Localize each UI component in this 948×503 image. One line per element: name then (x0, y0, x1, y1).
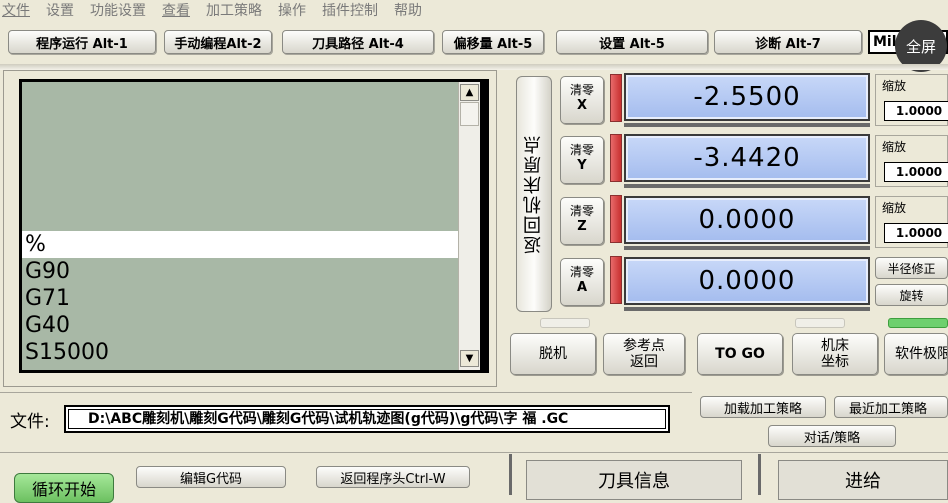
bottom-divider (758, 454, 761, 495)
gcode-line-current: % (22, 231, 458, 258)
y-scale-label: 缩放 (882, 140, 907, 154)
y-dro-track (624, 184, 870, 188)
x-scale-box: 缩放 1.0000 (875, 74, 948, 126)
gcode-line: G90 (25, 259, 71, 284)
zero-x-label: 清零 (569, 83, 594, 97)
z-axis-indicator (610, 195, 622, 243)
zero-z-label: 清零 (569, 204, 594, 218)
feed-title: 进给 (778, 460, 948, 500)
gcode-scrollbar[interactable]: ▲ ▼ (458, 82, 480, 370)
return-machine-home-button[interactable]: 返回机床原点 (516, 76, 552, 312)
file-label: 文件: (10, 412, 50, 432)
gcode-line: G40 (25, 313, 71, 338)
machine-coords-label-2: 坐标 (821, 354, 849, 370)
menu-operation[interactable]: 操作 (278, 0, 306, 20)
zero-a-axis: A (576, 280, 588, 295)
x-scale-input[interactable]: 1.0000 (884, 101, 948, 121)
offline-led (540, 318, 590, 328)
rewind-button[interactable]: 返回程序头Ctrl-W (316, 466, 470, 488)
scroll-up-icon[interactable]: ▲ (460, 84, 479, 101)
y-dro[interactable]: -3.4420 (624, 134, 870, 182)
menu-view[interactable]: 查看 (162, 0, 190, 20)
tab-offsets[interactable]: 偏移量 Alt-5 (442, 30, 544, 54)
gcode-line: G71 (25, 286, 71, 311)
y-axis-indicator (610, 134, 622, 182)
x-axis-indicator (610, 74, 622, 122)
y-scale-input[interactable]: 1.0000 (884, 162, 948, 182)
tab-manual-programming[interactable]: 手动编程Alt-2 (164, 30, 272, 54)
gcode-display-frame: % G90 G71 G40 S15000 ▲ ▼ (19, 79, 489, 373)
x-scale-label: 缩放 (882, 79, 907, 93)
machine-coords-button[interactable]: 机床 坐标 (792, 333, 878, 375)
zero-a-button[interactable]: 清零 A (560, 258, 604, 306)
dialog-strategy-button[interactable]: 对话/策略 (768, 425, 896, 447)
scroll-thumb[interactable] (460, 102, 479, 126)
machine-coords-led (795, 318, 845, 328)
tab-settings[interactable]: 设置 Alt-5 (556, 30, 708, 54)
ref-return-label-2: 返回 (630, 354, 658, 370)
tab-program-run[interactable]: 程序运行 Alt-1 (8, 30, 156, 54)
zero-z-axis: Z (577, 219, 587, 234)
zero-a-label: 清零 (569, 265, 594, 279)
gcode-display[interactable]: % G90 G71 G40 S15000 (22, 82, 458, 370)
z-scale-input[interactable]: 1.0000 (884, 223, 948, 243)
gcode-line: S15000 (25, 340, 109, 365)
tab-diagnostics[interactable]: 诊断 Alt-7 (714, 30, 862, 54)
zero-x-button[interactable]: 清零 X (560, 76, 604, 124)
zero-z-button[interactable]: 清零 Z (560, 197, 604, 245)
return-machine-home-label: 返回机床原点 (523, 134, 544, 254)
zero-x-axis: X (576, 98, 588, 113)
menu-function-settings[interactable]: 功能设置 (90, 0, 146, 20)
recent-strategy-button[interactable]: 最近加工策略 (834, 396, 948, 418)
z-dro[interactable]: 0.0000 (624, 196, 870, 244)
rotate-button[interactable]: 旋转 (875, 284, 948, 306)
soft-limit-led (888, 318, 948, 328)
a-axis-indicator (610, 256, 622, 304)
z-dro-track (624, 246, 870, 250)
z-scale-label: 缩放 (882, 201, 907, 215)
tool-info-title: 刀具信息 (526, 460, 742, 500)
menu-file[interactable]: 文件 (2, 0, 30, 20)
tab-tool-path[interactable]: 刀具路径 Alt-4 (282, 30, 434, 54)
load-strategy-button[interactable]: 加载加工策略 (700, 396, 826, 418)
z-scale-box: 缩放 1.0000 (875, 196, 948, 248)
edit-gcode-button[interactable]: 编辑G代码 (136, 466, 286, 488)
radius-comp-button[interactable]: 半径修正 (875, 257, 948, 279)
scroll-down-icon[interactable]: ▼ (460, 350, 479, 367)
x-dro[interactable]: -2.5500 (624, 73, 870, 121)
ref-return-button[interactable]: 参考点 返回 (603, 333, 685, 375)
a-dro[interactable]: 0.0000 (624, 257, 870, 305)
gcode-panel: % G90 G71 G40 S15000 ▲ ▼ (3, 70, 497, 387)
offline-button[interactable]: 脱机 (510, 333, 596, 375)
zero-y-axis: Y (577, 158, 587, 173)
file-path-field[interactable]: D:\ABC雕刻机\雕刻G代码\雕刻G代码\试机轨迹图(g代码)\g代码\字 福… (64, 405, 670, 433)
menu-help[interactable]: 帮助 (394, 0, 422, 20)
menu-plugin-control[interactable]: 插件控制 (322, 0, 378, 20)
to-go-button[interactable]: TO GO (697, 333, 783, 375)
bottom-divider (509, 454, 512, 495)
cycle-start-button[interactable]: 循环开始 (14, 473, 114, 503)
menu-machining-strategy[interactable]: 加工策略 (206, 0, 262, 20)
machine-coords-label-1: 机床 (821, 338, 849, 354)
screen-tab-bar: 程序运行 Alt-1 手动编程Alt-2 刀具路径 Alt-4 偏移量 Alt-… (0, 24, 948, 64)
a-dro-track (624, 307, 870, 311)
x-dro-track (624, 123, 870, 127)
ref-return-label-1: 参考点 (623, 338, 665, 354)
zero-y-label: 清零 (569, 143, 594, 157)
file-area: 文件: D:\ABC雕刻机\雕刻G代码\雕刻G代码\试机轨迹图(g代码)\g代码… (0, 392, 692, 452)
soft-limit-button[interactable]: 软件极限 (884, 333, 948, 375)
menu-settings[interactable]: 设置 (46, 0, 74, 20)
y-scale-box: 缩放 1.0000 (875, 135, 948, 187)
zero-y-button[interactable]: 清零 Y (560, 136, 604, 184)
menu-bar: 文件 设置 功能设置 查看 加工策略 操作 插件控制 帮助 (0, 0, 948, 20)
